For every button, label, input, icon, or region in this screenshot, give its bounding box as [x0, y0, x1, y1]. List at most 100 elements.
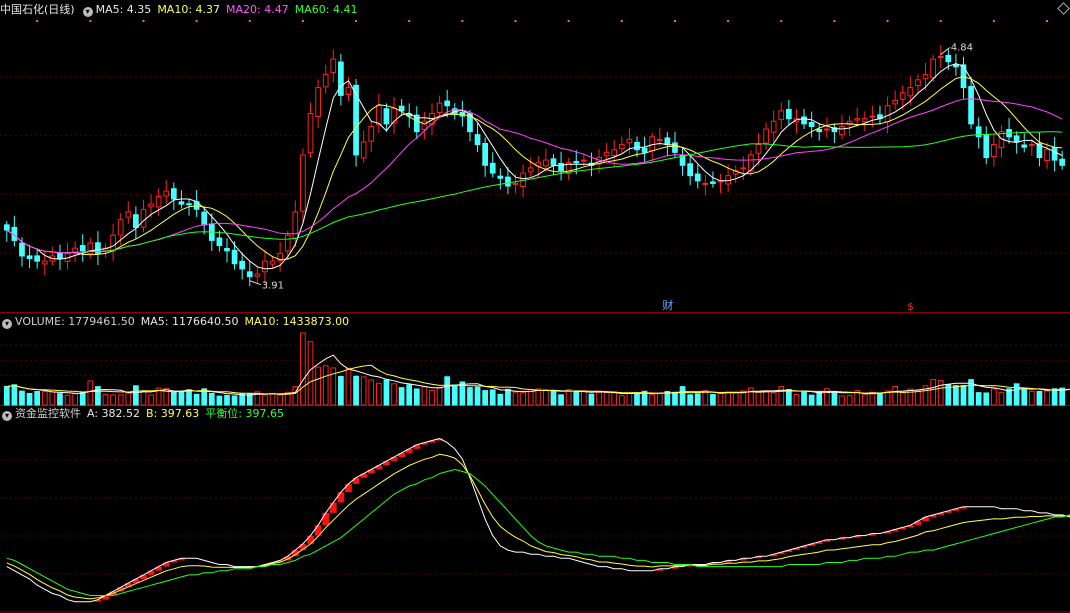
candle — [884, 105, 891, 123]
volume-bar — [34, 390, 41, 406]
indicator-name[interactable]: 资金监控软件 — [15, 407, 81, 420]
signal-dot — [408, 20, 411, 22]
volume-bar — [770, 392, 777, 406]
candle — [641, 147, 648, 153]
inflow-block — [398, 452, 405, 458]
ma20-label: MA20: 4.47 — [226, 3, 289, 16]
candle — [618, 144, 625, 149]
volume-bar — [269, 393, 276, 406]
volume-bar — [3, 385, 10, 406]
volume-bar — [474, 386, 481, 406]
volume-bar — [611, 392, 618, 406]
volume-bar — [512, 391, 519, 406]
volume-bar — [808, 394, 815, 406]
volume-bar — [839, 395, 845, 406]
signal-dot — [673, 20, 676, 22]
volume-settings-icon[interactable]: ▾ — [2, 319, 12, 329]
volume-bar — [778, 386, 785, 406]
ma10-label: MA10: 4.37 — [157, 3, 221, 16]
volume-bar — [322, 365, 329, 406]
volume-bar — [1021, 388, 1028, 406]
volume-bar — [125, 392, 132, 406]
volume-bar — [117, 394, 124, 406]
volume-bar — [239, 393, 246, 406]
stock-chart[interactable]: 4.84 3.91 财 $ — [0, 0, 1070, 613]
candle — [892, 100, 899, 105]
volume-bar — [451, 384, 458, 406]
candle — [269, 260, 276, 265]
volume-bar — [338, 375, 344, 406]
volume-bar — [725, 392, 731, 406]
candle — [945, 54, 952, 63]
volume-bar — [102, 393, 109, 406]
volume-bar — [588, 393, 595, 406]
volume-bar — [558, 394, 564, 406]
volume-bar — [930, 379, 936, 406]
candle — [338, 61, 344, 96]
indicator-a-line — [6, 437, 1070, 603]
volume-bar — [717, 392, 724, 406]
volume-bar — [763, 390, 769, 406]
candle — [57, 252, 63, 260]
candle — [489, 162, 496, 174]
indicator-b-label: B: 397.63 — [146, 407, 200, 420]
candle — [1013, 135, 1020, 143]
inflow-block — [922, 517, 929, 522]
indicator-settings-icon[interactable]: ▾ — [2, 411, 12, 421]
volume-bar — [57, 393, 63, 406]
settings-circle-icon[interactable]: ▾ — [82, 7, 93, 17]
volume-bar — [444, 376, 451, 406]
indicator-legend: ▾ 资金监控软件 A: 382.52 B: 397.63 平衡位: 397.65 — [0, 406, 290, 422]
volume-bar — [755, 391, 762, 406]
candle — [133, 214, 139, 228]
inflow-block — [162, 562, 170, 567]
volume-bar — [345, 367, 352, 406]
volume-bar — [679, 386, 686, 406]
candle — [79, 245, 86, 252]
candle — [778, 110, 785, 121]
candle — [322, 74, 329, 88]
signal-dot — [727, 20, 730, 22]
volume-bar — [877, 392, 883, 406]
signal-dot — [886, 20, 889, 22]
candle — [922, 74, 929, 80]
signal-dot — [355, 20, 358, 22]
candle — [580, 159, 587, 162]
candle — [482, 142, 489, 166]
candle — [345, 87, 352, 96]
candle — [1044, 149, 1050, 162]
price-title[interactable]: 中国石化(日线) — [0, 3, 75, 16]
volume-bar — [133, 385, 139, 406]
candle — [839, 125, 845, 136]
inflow-block — [352, 477, 360, 484]
candle — [907, 87, 914, 97]
signal-dot — [248, 20, 251, 22]
volume-bar — [846, 395, 853, 406]
inflow-block — [375, 465, 383, 470]
candle — [178, 201, 185, 205]
inflow-block — [405, 448, 413, 453]
candle — [497, 175, 504, 179]
candle — [801, 116, 807, 125]
volume-bar — [482, 390, 489, 406]
volume-bar — [368, 379, 375, 406]
volume-bar — [208, 392, 215, 406]
candle — [664, 137, 671, 146]
volume-bar — [26, 392, 33, 406]
candle — [816, 129, 823, 133]
volume-bar — [421, 386, 428, 406]
candle — [899, 92, 906, 100]
volume-bar — [596, 392, 602, 406]
ma60-label: MA60: 4.41 — [294, 3, 358, 16]
candle — [991, 144, 997, 158]
low-marker-line — [249, 280, 261, 286]
candle — [930, 58, 936, 79]
high-price-label: 4.84 — [951, 42, 973, 53]
candle — [330, 58, 337, 73]
candle — [421, 120, 428, 131]
volume-panel — [3, 332, 1070, 406]
candle — [353, 84, 359, 156]
candle — [148, 203, 154, 208]
candle — [611, 149, 618, 156]
volume-bar — [603, 391, 610, 406]
